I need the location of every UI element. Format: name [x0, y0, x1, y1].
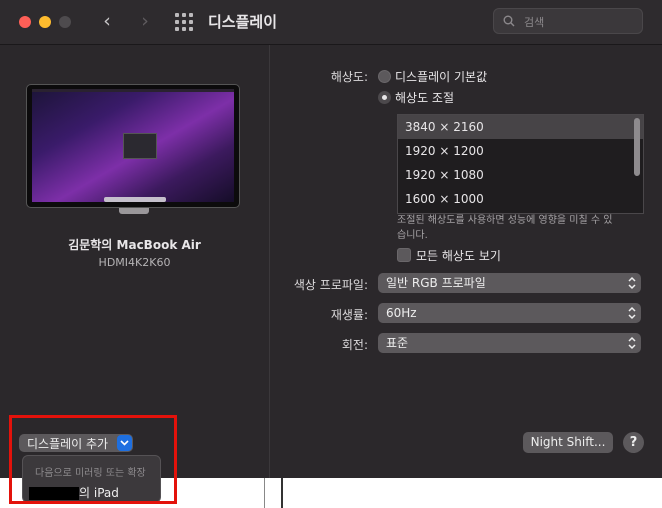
rotation-value: 표준	[386, 336, 409, 350]
resolution-list-item[interactable]: 3840 × 2160	[398, 115, 643, 139]
rotation-label: 회전:	[341, 338, 368, 352]
up-down-chevron-icon	[628, 336, 636, 350]
display-preferences-window: ‹ › 디스플레이 김문학의 MacBook Air HDMI4K2K	[0, 0, 662, 478]
resolution-default-radio[interactable]	[378, 70, 391, 83]
scaled-resolution-note: 조절된 해상도를 사용하면 성능에 영향을 미칠 수 있습니다.	[397, 215, 613, 241]
red-highlight-box	[9, 415, 177, 504]
background-window-edge	[264, 478, 265, 508]
up-down-chevron-icon	[628, 276, 636, 290]
refresh-rate-label: 재생률:	[330, 308, 368, 322]
search-field[interactable]	[493, 8, 643, 34]
resolution-scaled-label[interactable]: 해상도 조절	[395, 89, 454, 106]
rotation-popup[interactable]: 표준	[378, 333, 641, 353]
forward-chevron-icon[interactable]: ›	[134, 10, 156, 32]
display-thumbnail	[26, 84, 240, 214]
show-all-grid-icon[interactable]	[175, 13, 193, 31]
resolution-scaled-radio[interactable]	[378, 91, 391, 104]
refresh-rate-value: 60Hz	[386, 306, 417, 320]
search-icon	[503, 15, 515, 27]
pane-divider	[269, 45, 270, 478]
night-shift-button[interactable]: Night Shift...	[523, 432, 613, 453]
resolution-list-item[interactable]: 1920 × 1080	[398, 163, 643, 187]
color-profile-label: 색상 프로파일:	[293, 278, 368, 292]
thumbnail-dock	[104, 197, 166, 202]
display-device-name: 김문학의 MacBook Air	[68, 238, 201, 252]
zoom-window-button[interactable]	[59, 16, 71, 28]
back-chevron-icon[interactable]: ‹	[96, 10, 118, 32]
display-model-name: HDMI4K2K60	[98, 256, 171, 269]
minimize-window-button[interactable]	[39, 16, 51, 28]
search-input[interactable]	[522, 12, 638, 32]
resolution-list-item[interactable]: 1920 × 1200	[398, 139, 643, 163]
resolution-list-scrollbar[interactable]	[634, 118, 640, 176]
title-bar: ‹ › 디스플레이	[0, 0, 662, 45]
monitor-stand	[119, 208, 149, 214]
background-window-edge	[281, 478, 283, 508]
window-title: 디스플레이	[208, 13, 278, 31]
resolution-default-label[interactable]: 디스플레이 기본값	[395, 68, 487, 85]
color-profile-value: 일반 RGB 프로파일	[386, 276, 486, 290]
resolution-list[interactable]: 3840 × 2160 1920 × 1200 1920 × 1080 1600…	[397, 114, 644, 214]
resolution-list-item[interactable]: 1600 × 1000	[398, 187, 643, 211]
close-window-button[interactable]	[19, 16, 31, 28]
monitor-bezel	[26, 84, 240, 208]
show-all-resolutions-label[interactable]: 모든 해상도 보기	[416, 247, 501, 264]
thumbnail-menu-bar	[32, 89, 234, 92]
color-profile-popup[interactable]: 일반 RGB 프로파일	[378, 273, 641, 293]
thumbnail-window	[123, 133, 157, 159]
refresh-rate-popup[interactable]: 60Hz	[378, 303, 641, 323]
help-button[interactable]: ?	[623, 432, 644, 453]
resolution-label: 해상도:	[330, 70, 368, 84]
show-all-resolutions-checkbox[interactable]	[397, 248, 411, 262]
up-down-chevron-icon	[628, 306, 636, 320]
desktop-wallpaper	[32, 89, 234, 202]
